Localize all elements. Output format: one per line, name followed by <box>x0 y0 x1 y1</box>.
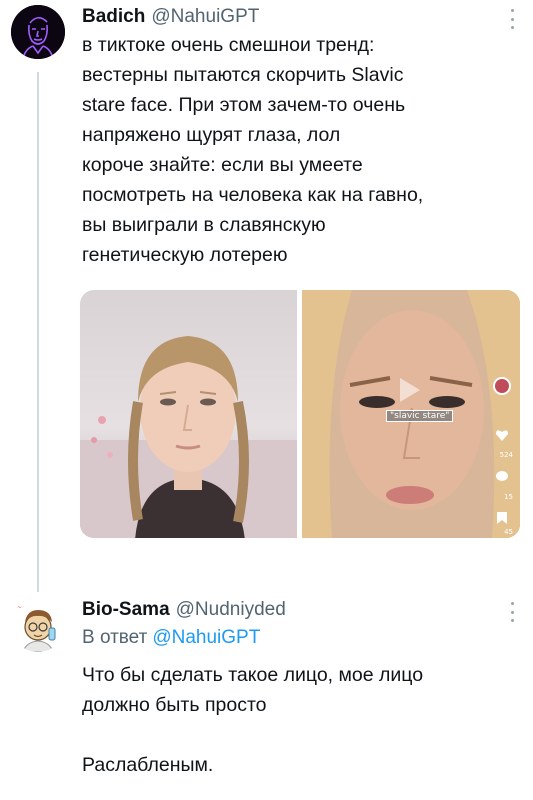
reply-to-mention[interactable]: @NahuiGPT <box>152 627 260 648</box>
svg-text:~: ~ <box>17 604 22 611</box>
neon-portrait-avatar-icon <box>11 5 65 59</box>
like-count: 524 <box>499 451 513 459</box>
tiktok-screenshot-photo[interactable]: "slavic stare" 524 15 45 <box>302 290 520 538</box>
tweet-header: Badich @NahuiGPT <box>82 6 259 28</box>
tiktok-badge: "slavic stare" <box>386 410 454 422</box>
reply-to-line: В ответ @NahuiGPT <box>82 627 260 649</box>
more-options-icon[interactable] <box>509 602 515 622</box>
girl-with-braids-illustration <box>80 336 297 538</box>
tweet-media[interactable]: "slavic stare" 524 15 45 <box>80 290 520 538</box>
avatar[interactable] <box>11 5 65 59</box>
author-name[interactable]: Bio-Sama <box>82 599 170 620</box>
more-options-icon[interactable] <box>509 9 515 29</box>
thread-line <box>37 72 39 592</box>
comment-count: 15 <box>504 493 513 501</box>
cartoon-scientist-avatar-icon: ~ <box>11 598 65 652</box>
tweet-header: Bio-Sama @Nudniyded <box>82 599 286 621</box>
reply-to-prefix: В ответ <box>82 627 148 648</box>
avatar[interactable]: ~ <box>11 598 65 652</box>
author-handle[interactable]: @Nudniyded <box>176 599 286 620</box>
girl-with-braids-photo[interactable] <box>80 290 297 538</box>
bookmark-count: 45 <box>504 528 513 536</box>
tweet-text: в тиктоке очень смешнои тренд: вестерны … <box>82 34 424 266</box>
tweet-text: Что бы сделать такое лицо, мое лицо долж… <box>82 664 424 776</box>
author-name[interactable]: Badich <box>82 6 145 27</box>
author-handle[interactable]: @NahuiGPT <box>151 6 259 27</box>
tiktok-comment-icon <box>496 471 508 481</box>
